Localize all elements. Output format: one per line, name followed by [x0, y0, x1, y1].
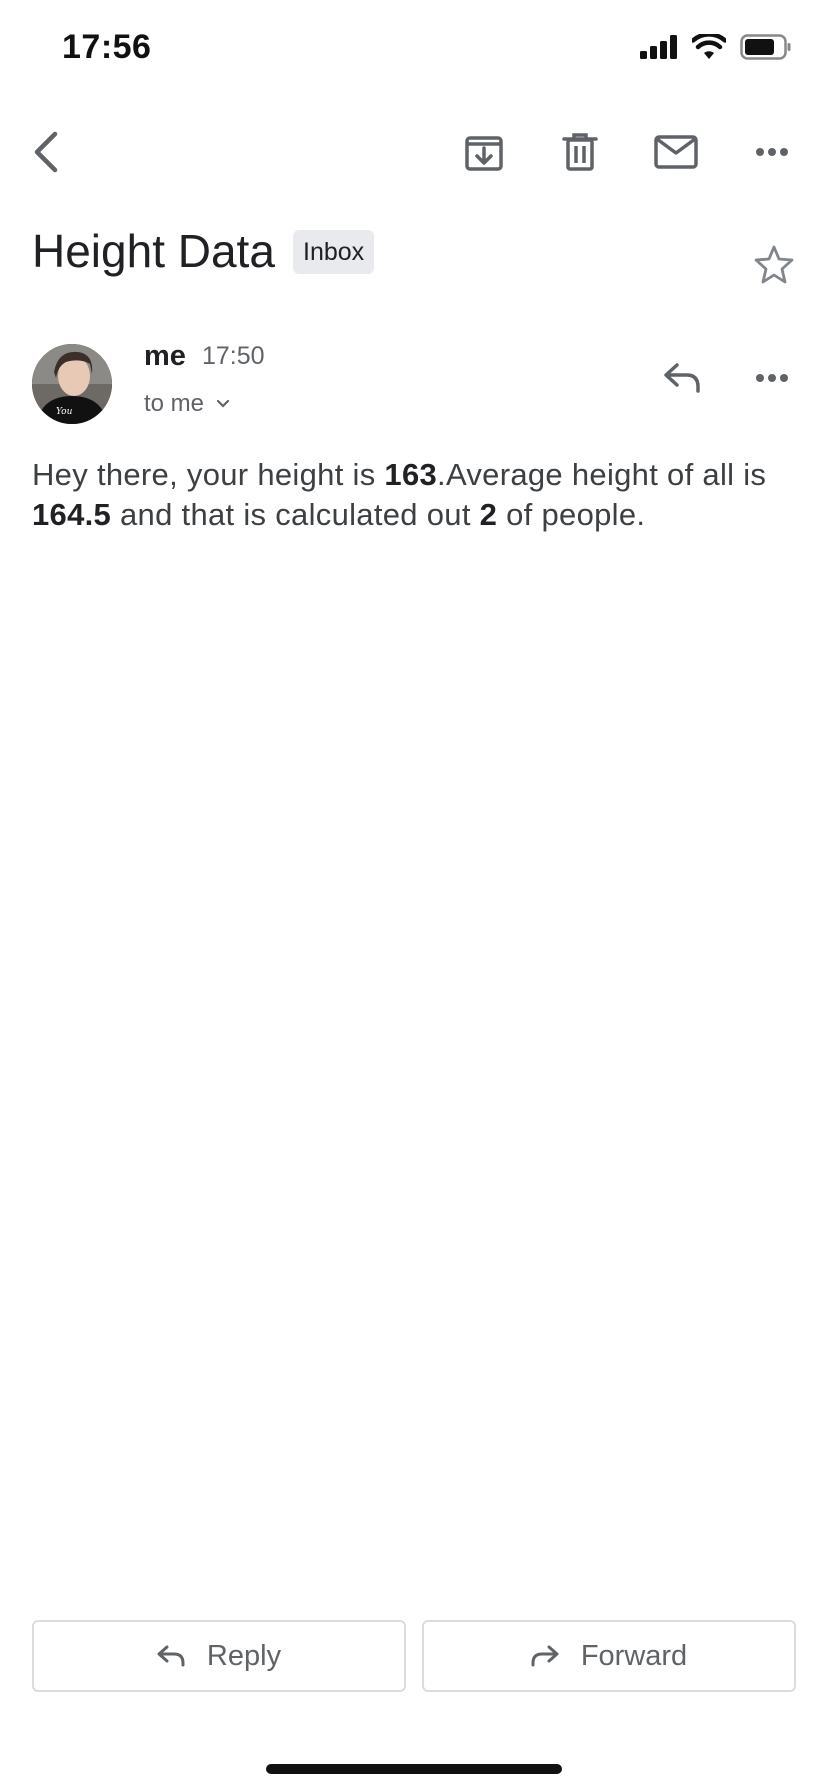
archive-button[interactable] — [456, 124, 512, 180]
email-body: Hey there, your height is 163.Average he… — [32, 455, 806, 535]
sender-avatar[interactable]: You — [32, 344, 112, 424]
body-text-1: Hey there, your height is — [32, 457, 385, 492]
archive-icon — [465, 136, 503, 171]
sender-row: You me 17:50 to me — [32, 340, 796, 430]
status-bar: 17:56 — [0, 0, 828, 100]
reply-icon — [664, 363, 700, 393]
body-text-2: .Average height of all is — [437, 457, 767, 492]
trash-icon — [562, 133, 598, 171]
inbox-label-chip[interactable]: Inbox — [293, 230, 375, 274]
forward-icon — [531, 1645, 559, 1667]
forward-label: Forward — [580, 1639, 688, 1672]
sent-time: 17:50 — [202, 342, 265, 370]
forward-button[interactable]: Forward — [422, 1620, 796, 1692]
reply-button[interactable]: Reply — [32, 1620, 406, 1692]
sender-name: me — [144, 340, 186, 372]
subject-row: Height Data Inbox — [32, 220, 796, 300]
mark-unread-button[interactable] — [648, 124, 704, 180]
message-more-button[interactable] — [742, 348, 802, 408]
more-horizontal-icon — [756, 148, 788, 156]
body-text-3: and that is calculated out — [111, 497, 480, 532]
battery-icon — [740, 34, 791, 60]
count-value: 2 — [479, 497, 498, 532]
reply-label: Reply — [206, 1639, 282, 1672]
mail-icon — [654, 135, 698, 169]
star-icon — [754, 245, 794, 284]
status-time: 17:56 — [62, 28, 152, 66]
reply-icon-button[interactable] — [652, 348, 712, 408]
status-icons — [640, 34, 792, 60]
delete-button[interactable] — [552, 124, 608, 180]
recipient-details-toggle[interactable]: to me — [144, 390, 230, 418]
back-chevron-icon — [34, 131, 58, 173]
star-button[interactable] — [744, 234, 804, 294]
toolbar — [0, 110, 828, 192]
email-subject: Height Data — [32, 225, 275, 277]
home-indicator — [266, 1764, 562, 1774]
average-value: 164.5 — [32, 497, 112, 532]
bottom-actions: Reply Forward — [32, 1620, 796, 1692]
recipient-label: to me — [144, 390, 205, 417]
signal-icon — [640, 35, 677, 59]
avatar-photo: You — [32, 344, 112, 424]
body-text-4: of people. — [497, 497, 646, 532]
more-options-button[interactable] — [744, 124, 800, 180]
more-horizontal-icon — [756, 374, 788, 382]
back-button[interactable] — [18, 124, 74, 180]
svg-text:You: You — [56, 407, 73, 417]
reply-icon — [157, 1645, 185, 1667]
height-value: 163 — [384, 457, 438, 492]
wifi-icon — [692, 34, 726, 59]
chevron-down-icon — [216, 399, 230, 408]
